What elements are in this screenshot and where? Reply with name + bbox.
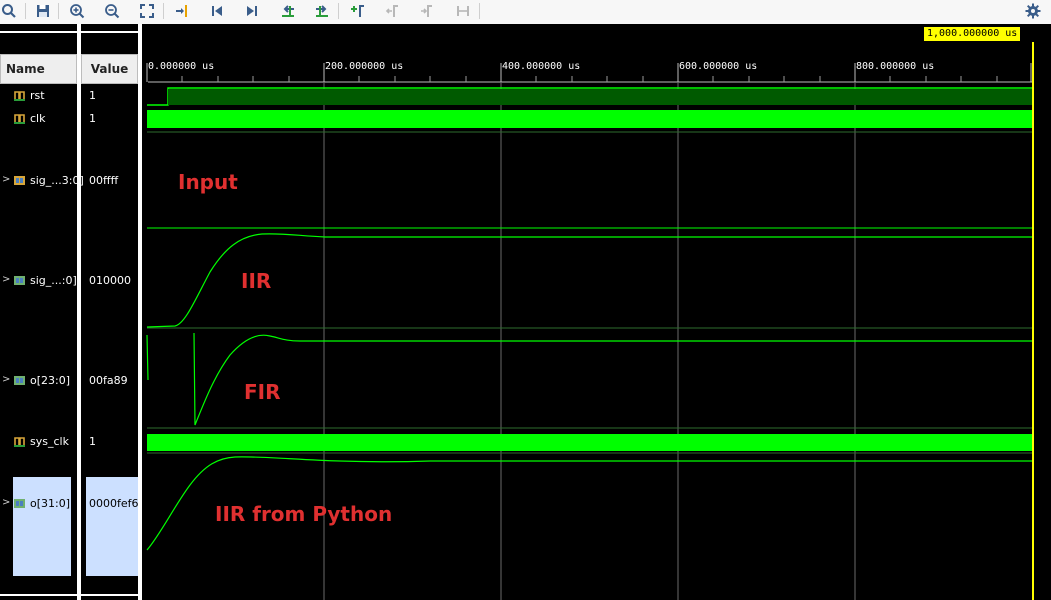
signal-name: clk xyxy=(30,112,46,125)
previous-transition-icon[interactable] xyxy=(277,0,299,22)
iir-waveform xyxy=(146,233,1032,328)
signal-name: sig_...:0] xyxy=(30,274,77,287)
expand-chevron-icon[interactable]: > xyxy=(2,497,10,508)
signal-name: rst xyxy=(30,89,45,102)
next-transition-icon[interactable] xyxy=(311,0,333,22)
signal-name: sys_clk xyxy=(30,435,69,448)
row-separators xyxy=(147,131,1032,454)
signal-name: sig_...3:0] xyxy=(30,174,84,187)
tick-label-400: 400.000000 us xyxy=(502,61,581,72)
annotation-iir: IIR xyxy=(241,269,272,293)
signal-value: 1 xyxy=(89,435,96,448)
signal-row-input[interactable]: > sig_...3:0] 00ffff xyxy=(0,172,139,190)
toolbar xyxy=(0,0,1051,25)
go-to-start-icon[interactable] xyxy=(206,0,228,22)
signal-row-iir[interactable]: > sig_...:0] 010000 xyxy=(0,272,139,290)
gear-icon[interactable] xyxy=(1022,0,1044,22)
signal-row-iir-python[interactable]: > o[31:0] 0000fef6 xyxy=(0,495,139,513)
add-marker-icon[interactable] xyxy=(346,0,368,22)
signal-name: o[31:0] xyxy=(30,497,71,510)
go-to-end-icon[interactable] xyxy=(241,0,263,22)
sys-clk-waveform xyxy=(147,434,1032,451)
search-icon[interactable] xyxy=(0,0,20,22)
annotation-input: Input xyxy=(178,170,238,194)
go-to-cursor-icon[interactable] xyxy=(171,0,193,22)
signal-value: 0000fef6 xyxy=(89,497,139,510)
tick-label-200: 200.000000 us xyxy=(325,61,404,72)
signal-value: 1 xyxy=(89,89,96,102)
expand-chevron-icon[interactable]: > xyxy=(2,374,10,385)
tick-label-0: 0.000000 us xyxy=(148,61,215,72)
signal-row-clk[interactable]: clk 1 xyxy=(0,110,139,128)
tick-label-600: 600.000000 us xyxy=(679,61,758,72)
signal-name: o[23:0] xyxy=(30,374,71,387)
signal-row-sys-clk[interactable]: sys_clk 1 xyxy=(0,433,139,451)
header-top-border xyxy=(0,31,139,33)
next-marker-icon[interactable] xyxy=(416,0,438,22)
tick-label-800: 800.000000 us xyxy=(856,61,935,72)
signal-row-rst[interactable]: rst 1 xyxy=(0,87,139,105)
bus-signal-icon xyxy=(14,176,25,185)
value-column-header[interactable]: Value xyxy=(81,54,138,84)
save-icon[interactable] xyxy=(32,0,54,22)
zoom-fit-icon[interactable] xyxy=(136,0,158,22)
annotation-iir-python: IIR from Python xyxy=(215,502,393,526)
expand-chevron-icon[interactable]: > xyxy=(2,174,10,185)
zoom-in-icon[interactable] xyxy=(66,0,88,22)
signal-value: 010000 xyxy=(89,274,131,287)
signal-row-fir[interactable]: > o[23:0] 00fa89 xyxy=(0,372,139,390)
annotation-fir: FIR xyxy=(244,380,281,404)
cursor-time-label[interactable]: 1,000.000000 us xyxy=(924,27,1021,41)
signal-value: 00fa89 xyxy=(89,374,128,387)
name-column-header[interactable]: Name xyxy=(0,54,77,84)
clk-waveform xyxy=(147,110,1032,128)
bit-signal-icon xyxy=(14,437,25,447)
bit-signal-icon xyxy=(14,114,25,124)
bus-signal-icon xyxy=(14,499,25,508)
previous-marker-icon[interactable] xyxy=(382,0,404,22)
bit-signal-icon xyxy=(14,91,25,101)
selected-row-value-highlight xyxy=(86,477,138,576)
bus-signal-icon xyxy=(14,376,25,385)
expand-chevron-icon[interactable]: > xyxy=(2,274,10,285)
signal-value: 1 xyxy=(89,112,96,125)
fir-waveform xyxy=(146,332,1032,426)
signal-list-panel: Name Value rst 1 clk 1 > sig_...3:0] 00f… xyxy=(0,24,145,600)
waveform-area[interactable]: 1,000.000000 us 0.000000 us 200.000000 u… xyxy=(145,24,1051,600)
selected-row-name-highlight xyxy=(13,477,71,576)
rst-high-fill xyxy=(168,89,1032,105)
swap-cursors-icon[interactable] xyxy=(452,0,474,22)
timeline-minor-ticks xyxy=(181,76,998,82)
bus-signal-icon xyxy=(14,276,25,285)
signal-value: 00ffff xyxy=(89,174,119,187)
zoom-out-icon[interactable] xyxy=(101,0,123,22)
list-bottom-border xyxy=(0,594,139,596)
